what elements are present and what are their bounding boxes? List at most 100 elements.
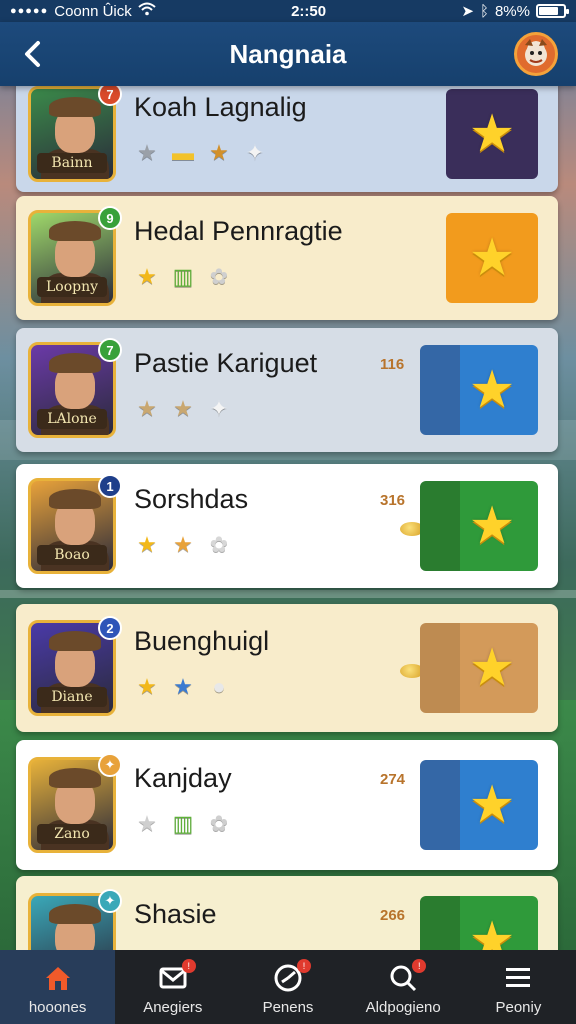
clock-time: 2::50 <box>291 2 327 20</box>
battery-percent: 8%% <box>494 2 530 20</box>
player-name: Sorshdas <box>134 484 249 514</box>
star-icon: ★ <box>137 140 157 165</box>
player-name: Kanjday <box>134 763 232 793</box>
player-name: Koah Lagnalig <box>134 92 307 122</box>
search-icon: ! <box>386 959 427 993</box>
star-icon: ★ <box>468 639 516 697</box>
carrier-label: Coonn Ûick <box>54 2 132 20</box>
sparkle-icon: ● <box>212 674 226 699</box>
level-badge: ✦ <box>98 753 122 777</box>
home-icon <box>41 963 75 993</box>
sparkle-icon: ✿ <box>209 811 229 836</box>
portrait-nameplate: Bainn <box>37 153 107 173</box>
star-icon: ★ <box>137 811 157 836</box>
nav-tab-3[interactable]: ! Aldpogieno <box>346 950 461 1024</box>
level-badge: 9 <box>98 206 122 230</box>
star-icon: ★ <box>137 264 157 289</box>
favorite-star-button[interactable]: ★ <box>446 213 538 303</box>
nav-label: Anegiers <box>143 999 203 1016</box>
level-badge: 7 <box>98 86 122 106</box>
score-label: 316 <box>380 492 406 509</box>
level-badge: ✦ <box>98 889 122 913</box>
app-header: Nangnaia <box>0 22 576 86</box>
mascot-face-icon <box>525 39 547 66</box>
favorite-star-button[interactable]: ★ <box>420 623 538 713</box>
notification-badge: ! <box>412 959 427 973</box>
achievement-icons: ★ ▬ ★ ✦ <box>134 140 268 166</box>
list-item[interactable]: LAlone 7 Pastie Kariguet ★ ★ ✦ 116 ★ <box>16 328 558 452</box>
page-title: Nangnaia <box>229 38 347 69</box>
star-icon: ★ <box>137 674 157 699</box>
sparkle-icon: ✿ <box>209 264 229 289</box>
star-icon: ★ <box>468 105 516 163</box>
list-item[interactable]: Loopny 9 Hedal Pennragtie ★ ▥ ✿ ★ <box>16 196 558 320</box>
list-item[interactable]: Bainn 7 Koah Lagnalig ★ ▬ ★ ✦ ★ <box>16 86 558 192</box>
achievement-icons: ★ ★ ● <box>134 674 232 700</box>
favorite-star-button[interactable]: ★ <box>420 481 538 571</box>
star-icon: ★ <box>468 776 516 834</box>
achievement-icons: ★ ▥ ✿ <box>134 264 232 290</box>
nav-tab-1[interactable]: ! Anegiers <box>115 950 230 1024</box>
location-icon: ➤ <box>461 3 474 20</box>
nav-tab-2[interactable]: ! Penens <box>230 950 345 1024</box>
star-icon: ★ <box>173 674 193 699</box>
sparkle-icon: ✦ <box>245 140 265 165</box>
list-item[interactable]: ✦Shasie★★✿266★ <box>16 876 558 950</box>
menu-icon <box>501 963 535 993</box>
nav-label: Peoniy <box>495 999 542 1016</box>
star-icon: ★ <box>173 396 193 421</box>
star-icon: ★ <box>137 396 157 421</box>
profile-avatar[interactable] <box>514 32 558 76</box>
chest-icon: ▬ <box>172 140 194 165</box>
list-item[interactable]: Boao 1 Sorshdas ★ ★ ✿ 316 ★ <box>16 464 558 588</box>
signal-dots-icon: ●●●●● <box>10 5 49 17</box>
status-bar: ●●●●● Coonn Ûick 2::50 ➤ ᛒ 8%% <box>0 0 576 22</box>
bottom-nav-bar: hooones! Anegiers! Penens ! Aldpogieno Peoniy <box>0 950 576 1024</box>
nav-tab-4[interactable]: Peoniy <box>461 950 576 1024</box>
star-icon: ★ <box>173 532 193 557</box>
player-list: Bainn 7 Koah Lagnalig ★ ▬ ★ ✦ ★ Loopny 9 Hedal Pen… <box>0 86 576 950</box>
list-item[interactable]: Diane 2 Buenghuigl ★ ★ ● ★ <box>16 604 558 732</box>
score-label: 116 <box>380 356 405 373</box>
level-badge: 7 <box>98 338 122 362</box>
score-label: 266 <box>380 907 406 924</box>
favorite-star-button[interactable]: ★ <box>420 760 538 850</box>
list-item[interactable]: Zano ✦ Kanjday ★ ▥ ✿ 274 ★ <box>16 740 558 870</box>
sparkle-icon: ✦ <box>209 396 229 421</box>
favorite-star-button[interactable]: ★ <box>420 345 538 435</box>
star-icon: ★ <box>468 497 516 555</box>
portrait-nameplate: LAlone <box>37 409 107 429</box>
portrait-nameplate: Loopny <box>37 277 107 297</box>
back-button[interactable] <box>14 34 50 74</box>
chest-icon: ▥ <box>172 264 194 289</box>
clock-icon: ! <box>271 959 311 993</box>
achievement-icons: ★ ★ ✦ <box>134 396 232 422</box>
player-name: Hedal Pennragtie <box>134 216 343 246</box>
player-name: Buenghuigl <box>134 626 270 656</box>
favorite-star-button[interactable]: ★ <box>420 896 538 950</box>
player-name: Pastie Kariguet <box>134 348 318 378</box>
star-icon: ★ <box>468 361 516 419</box>
star-icon: ★ <box>468 229 516 287</box>
nav-label: hooones <box>28 999 87 1016</box>
star-icon: ★ <box>209 140 229 165</box>
battery-icon <box>536 4 569 18</box>
sparkle-icon: ✿ <box>209 532 229 557</box>
chest-icon: ▥ <box>172 811 194 836</box>
wifi-icon <box>138 2 156 20</box>
chevron-left-icon <box>25 41 40 67</box>
level-badge: 2 <box>98 616 122 640</box>
nav-label: Penens <box>262 999 314 1016</box>
portrait-nameplate: Diane <box>37 687 107 707</box>
achievement-icons: ★ ▥ ✿ <box>134 811 232 837</box>
portrait-nameplate: Boao <box>37 545 107 565</box>
mail-icon: ! <box>156 959 196 993</box>
favorite-star-button[interactable]: ★ <box>446 89 538 179</box>
notification-badge: ! <box>181 959 196 973</box>
star-icon: ★ <box>468 912 516 950</box>
achievement-icons: ★ ★ ✿ <box>134 532 232 558</box>
star-icon: ★ <box>137 532 157 557</box>
nav-tab-0[interactable]: hooones <box>0 950 116 1024</box>
level-badge: 1 <box>98 474 122 498</box>
portrait-nameplate: Zano <box>37 824 107 844</box>
